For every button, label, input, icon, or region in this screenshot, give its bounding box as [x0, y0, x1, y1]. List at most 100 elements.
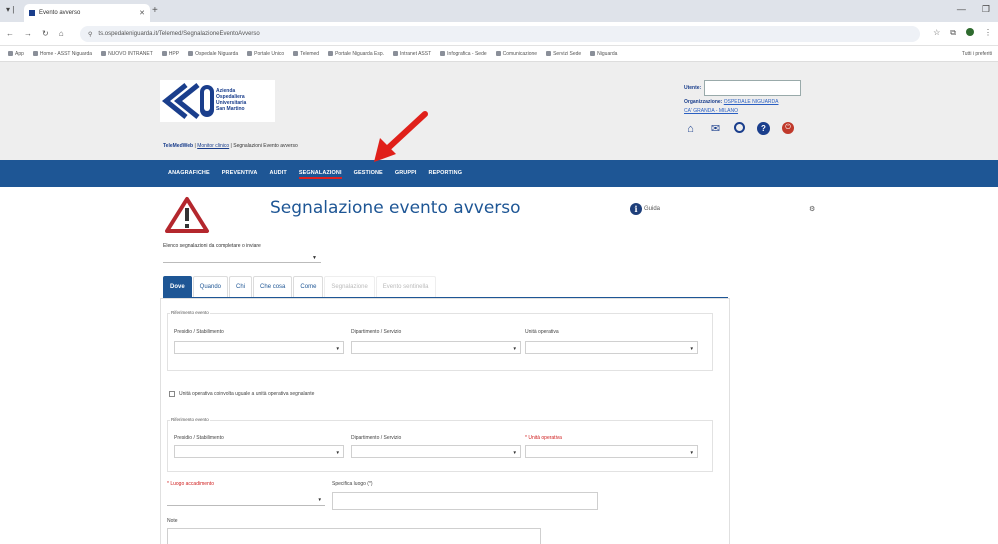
- bookmark-item[interactable]: Infografica - Sede: [440, 51, 487, 57]
- bookmark-label: NUOVO INTRANET: [108, 50, 153, 57]
- bookmark-item[interactable]: NUOVO INTRANET: [101, 51, 153, 57]
- elenco-label: Elenco segnalazioni da completare o invi…: [163, 243, 261, 249]
- url-bar[interactable]: ⚲ ts.ospedaleniguarda.it/Telemed/Segnala…: [80, 26, 920, 42]
- star-icon[interactable]: ☆: [933, 28, 940, 38]
- logo-text: Azienda Ospedaliera Universitaria San Ma…: [216, 88, 246, 112]
- field-label: Presidio / Stabilimento: [174, 329, 224, 335]
- page-header: [0, 62, 998, 160]
- tab-quando[interactable]: Quando: [192, 276, 229, 297]
- unita-operativa-select-2[interactable]: ▼: [525, 445, 698, 458]
- unita-operativa-select[interactable]: ▼: [525, 341, 698, 354]
- nav-item-audit[interactable]: AUDIT: [270, 170, 287, 179]
- user-label: Utente:: [684, 85, 702, 91]
- nav-item-anagrafiche[interactable]: ANAGRAFICHE: [168, 170, 210, 179]
- bookmark-icon: [590, 51, 596, 56]
- bookmark-icon: [546, 51, 552, 56]
- main-navigation: ANAGRAFICHE PREVENTIVA AUDIT SEGNALAZIONI GE…: [0, 160, 998, 187]
- menu-icon[interactable]: ⋮: [984, 28, 992, 38]
- maximize-icon[interactable]: ❐: [982, 4, 990, 15]
- home-icon[interactable]: ⌂: [59, 29, 64, 38]
- form-tabs: Dove Quando Chi Che cosa Come Segnalazione Eve…: [163, 276, 437, 297]
- site-info-icon[interactable]: ⚲: [88, 31, 92, 38]
- nav-item-segnalazioni[interactable]: SEGNALAZIONI: [298, 170, 342, 179]
- reload-icon[interactable]: ↻: [42, 29, 49, 38]
- presidio-select[interactable]: ▼: [174, 341, 344, 354]
- field-label: Dipartimento / Servizio: [351, 435, 402, 441]
- breadcrumb-link[interactable]: Monitor clinico: [197, 143, 229, 149]
- elenco-select[interactable]: ▼: [163, 250, 321, 263]
- guide-button[interactable]: i Guida: [630, 203, 660, 215]
- bookmark-item[interactable]: HPP: [161, 51, 179, 57]
- tab-search-icon[interactable]: ▾ |: [6, 5, 14, 14]
- new-tab-icon[interactable]: +: [152, 5, 158, 16]
- nav-item-gestione[interactable]: GESTIONE: [354, 170, 383, 179]
- bookmark-icon: [247, 51, 253, 56]
- bookmark-item[interactable]: Portale Unico: [247, 51, 284, 57]
- bookmark-item[interactable]: Intranet ASST: [393, 51, 431, 57]
- field-label: Presidio / Stabilimento: [174, 435, 224, 441]
- user-field[interactable]: [704, 80, 802, 96]
- note-textarea[interactable]: [167, 528, 541, 544]
- bookmark-item[interactable]: Ospedale Niguarda: [188, 51, 238, 57]
- logout-icon[interactable]: ⏻: [782, 122, 794, 134]
- same-unit-checkbox[interactable]: [169, 391, 175, 397]
- bookmark-icon: [101, 51, 107, 56]
- bookmark-item[interactable]: Niguarda: [590, 51, 617, 57]
- address-bar-row: ← → ↻ ⌂ ⚲ ts.ospedaleniguarda.it/Telemed…: [0, 22, 998, 46]
- bookmark-icon: [440, 51, 446, 56]
- forward-icon[interactable]: →: [24, 29, 32, 38]
- browser-tab-bar: ▾ | Evento avverso ✕ + — ❐: [0, 0, 998, 22]
- org-link[interactable]: OSPEDALE NIGUARDA: [724, 99, 779, 105]
- bookmark-label: Niguarda: [597, 50, 618, 57]
- org-link-2[interactable]: CA' GRANDA - MILANO: [684, 108, 738, 114]
- home-icon[interactable]: ⌂: [684, 122, 697, 135]
- browser-tab[interactable]: Evento avverso ✕: [24, 4, 150, 22]
- info-icon: i: [630, 203, 642, 215]
- tab-come[interactable]: Come: [293, 276, 324, 297]
- bookmark-label: Comunicazione: [502, 50, 538, 57]
- settings-icon[interactable]: ⚙: [809, 205, 815, 213]
- presidio-select-2[interactable]: ▼: [174, 445, 344, 458]
- back-icon[interactable]: ←: [6, 29, 14, 38]
- bookmark-item[interactable]: Comunicazione: [495, 50, 538, 57]
- tab-segnalazione: Segnalazione: [324, 276, 375, 297]
- bookmark-icon: [328, 51, 334, 56]
- tab-chi[interactable]: Chi: [229, 276, 253, 297]
- specifica-label: Specifica luogo (*): [332, 481, 373, 487]
- profile-avatar[interactable]: [966, 28, 974, 36]
- nav-buttons: ← → ↻ ⌂: [6, 29, 64, 38]
- dipartimento-select-2[interactable]: ▼: [351, 445, 521, 458]
- bookmark-item[interactable]: App: [8, 51, 24, 57]
- bookmark-item[interactable]: Portale Niguarda Esp.: [328, 51, 384, 57]
- page-title: Segnalazione evento avverso: [270, 198, 521, 218]
- chevron-down-icon: ▼: [512, 450, 517, 455]
- breadcrumb-current: Segnalazioni Evento avverso: [233, 143, 298, 149]
- minimize-icon[interactable]: —: [957, 4, 966, 15]
- tab-che-cosa[interactable]: Che cosa: [253, 276, 293, 297]
- tab-dove[interactable]: Dove: [163, 276, 192, 297]
- bookmark-item[interactable]: Servizi Sede: [546, 51, 581, 57]
- all-bookmarks[interactable]: Tutti i preferiti: [962, 51, 998, 57]
- nav-item-gruppi[interactable]: GRUPPI: [395, 170, 417, 179]
- org-label: Organizzazione:: [684, 99, 723, 105]
- breadcrumb-home[interactable]: TeleMedWeb: [163, 143, 193, 149]
- bookmark-item[interactable]: Home - ASST Niguarda: [32, 51, 92, 57]
- luogo-select[interactable]: ▼: [167, 493, 325, 506]
- nav-item-preventiva[interactable]: PREVENTIVA: [222, 170, 258, 179]
- warning-icon: [165, 197, 209, 233]
- nav-item-reporting[interactable]: REPORTING: [429, 170, 463, 179]
- close-tab-icon[interactable]: ✕: [139, 9, 145, 17]
- chevron-down-icon: ▼: [689, 346, 694, 351]
- bookmarks-bar: App Home - ASST Niguarda NUOVO INTRANET HPP…: [0, 46, 998, 62]
- specifica-luogo-input[interactable]: [332, 492, 598, 510]
- bookmark-item[interactable]: Telemed: [293, 51, 319, 57]
- extensions-icon[interactable]: ⧉: [950, 28, 956, 38]
- window-controls: — ❐: [957, 4, 990, 15]
- mail-icon[interactable]: ✉: [709, 122, 722, 135]
- nav-items: ANAGRAFICHE PREVENTIVA AUDIT SEGNALAZIONI GE…: [168, 170, 462, 179]
- refresh-icon[interactable]: [734, 122, 745, 133]
- chevron-down-icon: ▼: [335, 450, 340, 455]
- help-icon[interactable]: ?: [757, 122, 770, 135]
- dipartimento-select[interactable]: ▼: [351, 341, 521, 354]
- bookmark-icon: [495, 51, 501, 56]
